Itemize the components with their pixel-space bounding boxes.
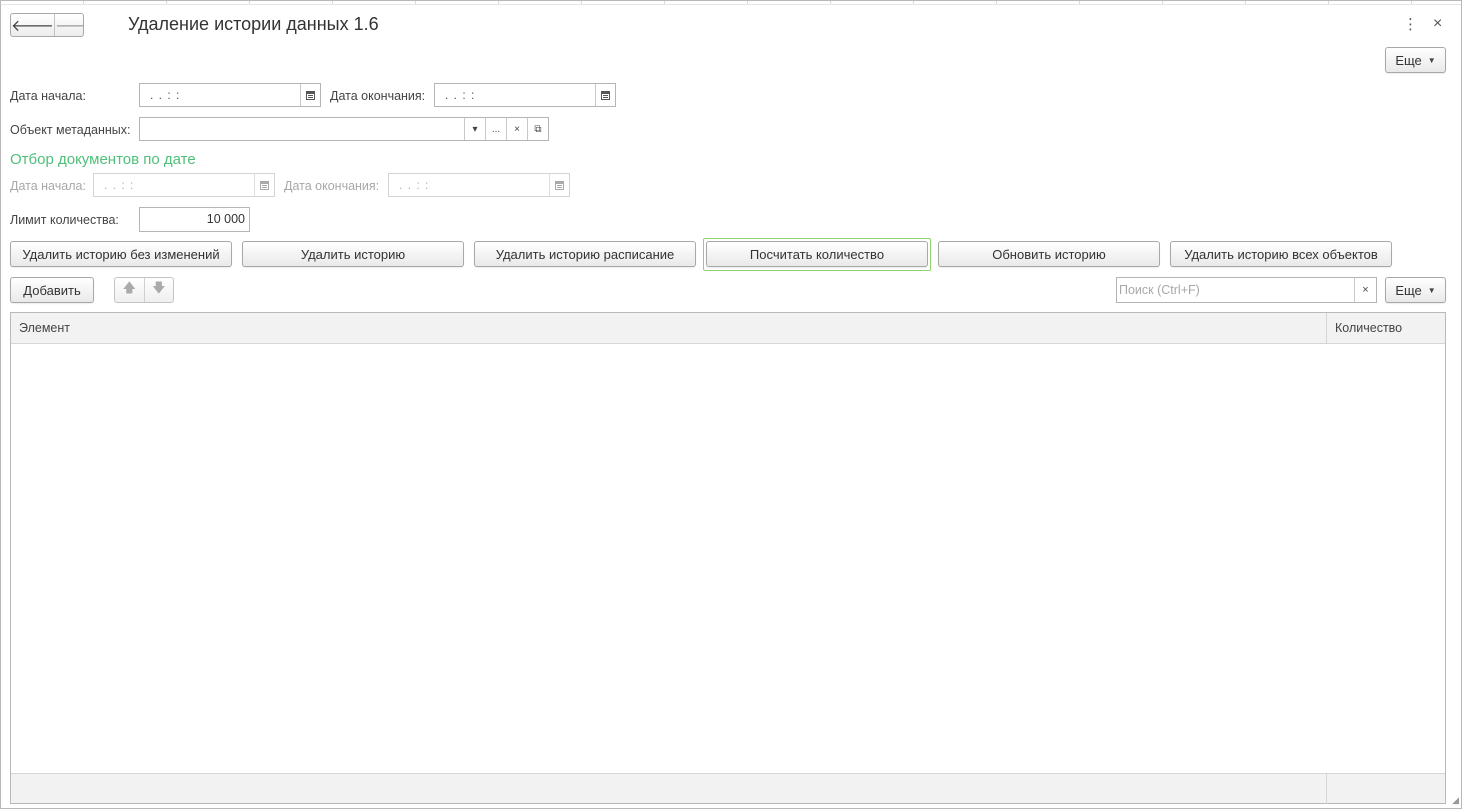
forward-button[interactable]: 🡒: [53, 14, 83, 36]
start-date-value: . . : :: [150, 88, 181, 102]
doc-end-date-label: Дата окончания:: [284, 179, 380, 193]
column-header-quantity[interactable]: Количество: [1327, 313, 1445, 344]
count-button[interactable]: Посчитать количество: [706, 241, 928, 267]
doc-filter-title: Отбор документов по дате: [10, 151, 196, 168]
resize-grip-icon[interactable]: ◢: [1452, 795, 1459, 806]
calendar-icon: [601, 90, 610, 100]
calendar-button[interactable]: [595, 84, 615, 106]
select-button[interactable]: ...: [485, 118, 506, 140]
chevron-down-icon: ▾: [472, 123, 478, 135]
calendar-icon: [306, 90, 315, 100]
search-field: ×: [1116, 277, 1377, 303]
doc-start-date-label: Дата начала:: [10, 179, 86, 193]
delete-history-button[interactable]: Удалить историю: [242, 241, 464, 267]
end-date-value: . . : :: [445, 88, 476, 102]
form-title: Удаление истории данных 1.6: [128, 14, 379, 34]
start-date-field[interactable]: . . : :: [139, 83, 321, 107]
delete-all-objects-history-button[interactable]: Удалить историю всех объектов: [1170, 241, 1392, 267]
arrow-up-icon: 🡅: [122, 280, 136, 295]
table-more-label: Еще: [1395, 282, 1422, 298]
add-button[interactable]: Добавить: [10, 277, 94, 303]
doc-end-date-value: . . : :: [399, 178, 430, 192]
back-button[interactable]: 🡐: [11, 14, 54, 36]
doc-start-date-value: . . : :: [104, 178, 135, 192]
calendar-button[interactable]: [300, 84, 320, 106]
table-more-button[interactable]: Еще ▼: [1385, 277, 1446, 303]
metadata-object-label: Объект метаданных:: [10, 123, 131, 137]
open-button[interactable]: ⧉: [527, 118, 548, 140]
navigation-buttons: 🡐 🡒: [10, 13, 84, 37]
chevron-down-icon: ▼: [1427, 285, 1436, 295]
calendar-button[interactable]: [254, 174, 274, 196]
ellipsis-icon: ...: [491, 123, 501, 135]
close-icon: ×: [514, 123, 520, 135]
close-icon[interactable]: ×: [1433, 15, 1442, 33]
close-icon: ×: [1362, 284, 1369, 296]
open-window-icon: ⧉: [534, 123, 542, 135]
chevron-down-icon: ▼: [1427, 55, 1436, 65]
search-input[interactable]: [1117, 282, 1354, 298]
arrow-right-icon: 🡒: [55, 15, 83, 36]
end-date-field[interactable]: . . : :: [434, 83, 616, 107]
calendar-icon: [260, 180, 269, 190]
top-more-button[interactable]: Еще ▼: [1385, 47, 1446, 73]
start-date-label: Дата начала:: [10, 89, 86, 103]
update-history-button[interactable]: Обновить историю: [938, 241, 1160, 267]
search-clear-button[interactable]: ×: [1354, 278, 1376, 302]
doc-start-date-field[interactable]: . . : :: [93, 173, 275, 197]
move-buttons: 🡅 🡇: [114, 277, 174, 303]
limit-input[interactable]: 10 000: [139, 207, 250, 232]
table-footer: [11, 773, 1445, 804]
elements-table[interactable]: Элемент Количество: [10, 312, 1446, 804]
calendar-button[interactable]: [549, 174, 569, 196]
form-window: 🡐 🡒 Удаление истории данных 1.6 ⋮ × Еще …: [0, 0, 1462, 809]
move-down-button[interactable]: 🡇: [143, 278, 174, 302]
move-up-button[interactable]: 🡅: [115, 278, 144, 302]
arrow-left-icon: 🡐: [11, 17, 54, 35]
doc-end-date-field[interactable]: . . : :: [388, 173, 570, 197]
top-tab-strip: [1, 1, 1461, 5]
end-date-label: Дата окончания:: [330, 89, 426, 103]
more-actions-icon[interactable]: ⋮: [1403, 15, 1418, 33]
limit-label: Лимит количества:: [10, 213, 119, 227]
dropdown-button[interactable]: ▾: [464, 118, 485, 140]
column-separator: [1326, 774, 1327, 804]
clear-button[interactable]: ×: [506, 118, 527, 140]
column-header-element[interactable]: Элемент: [11, 313, 1326, 344]
metadata-object-field[interactable]: ▾ ... × ⧉: [139, 117, 549, 141]
arrow-down-icon: 🡇: [152, 280, 166, 295]
delete-history-no-changes-button[interactable]: Удалить историю без изменений: [10, 241, 232, 267]
table-header: Элемент Количество: [11, 313, 1445, 344]
top-more-label: Еще: [1395, 52, 1422, 68]
calendar-icon: [555, 180, 564, 190]
delete-history-schedule-button[interactable]: Удалить историю расписание: [474, 241, 696, 267]
